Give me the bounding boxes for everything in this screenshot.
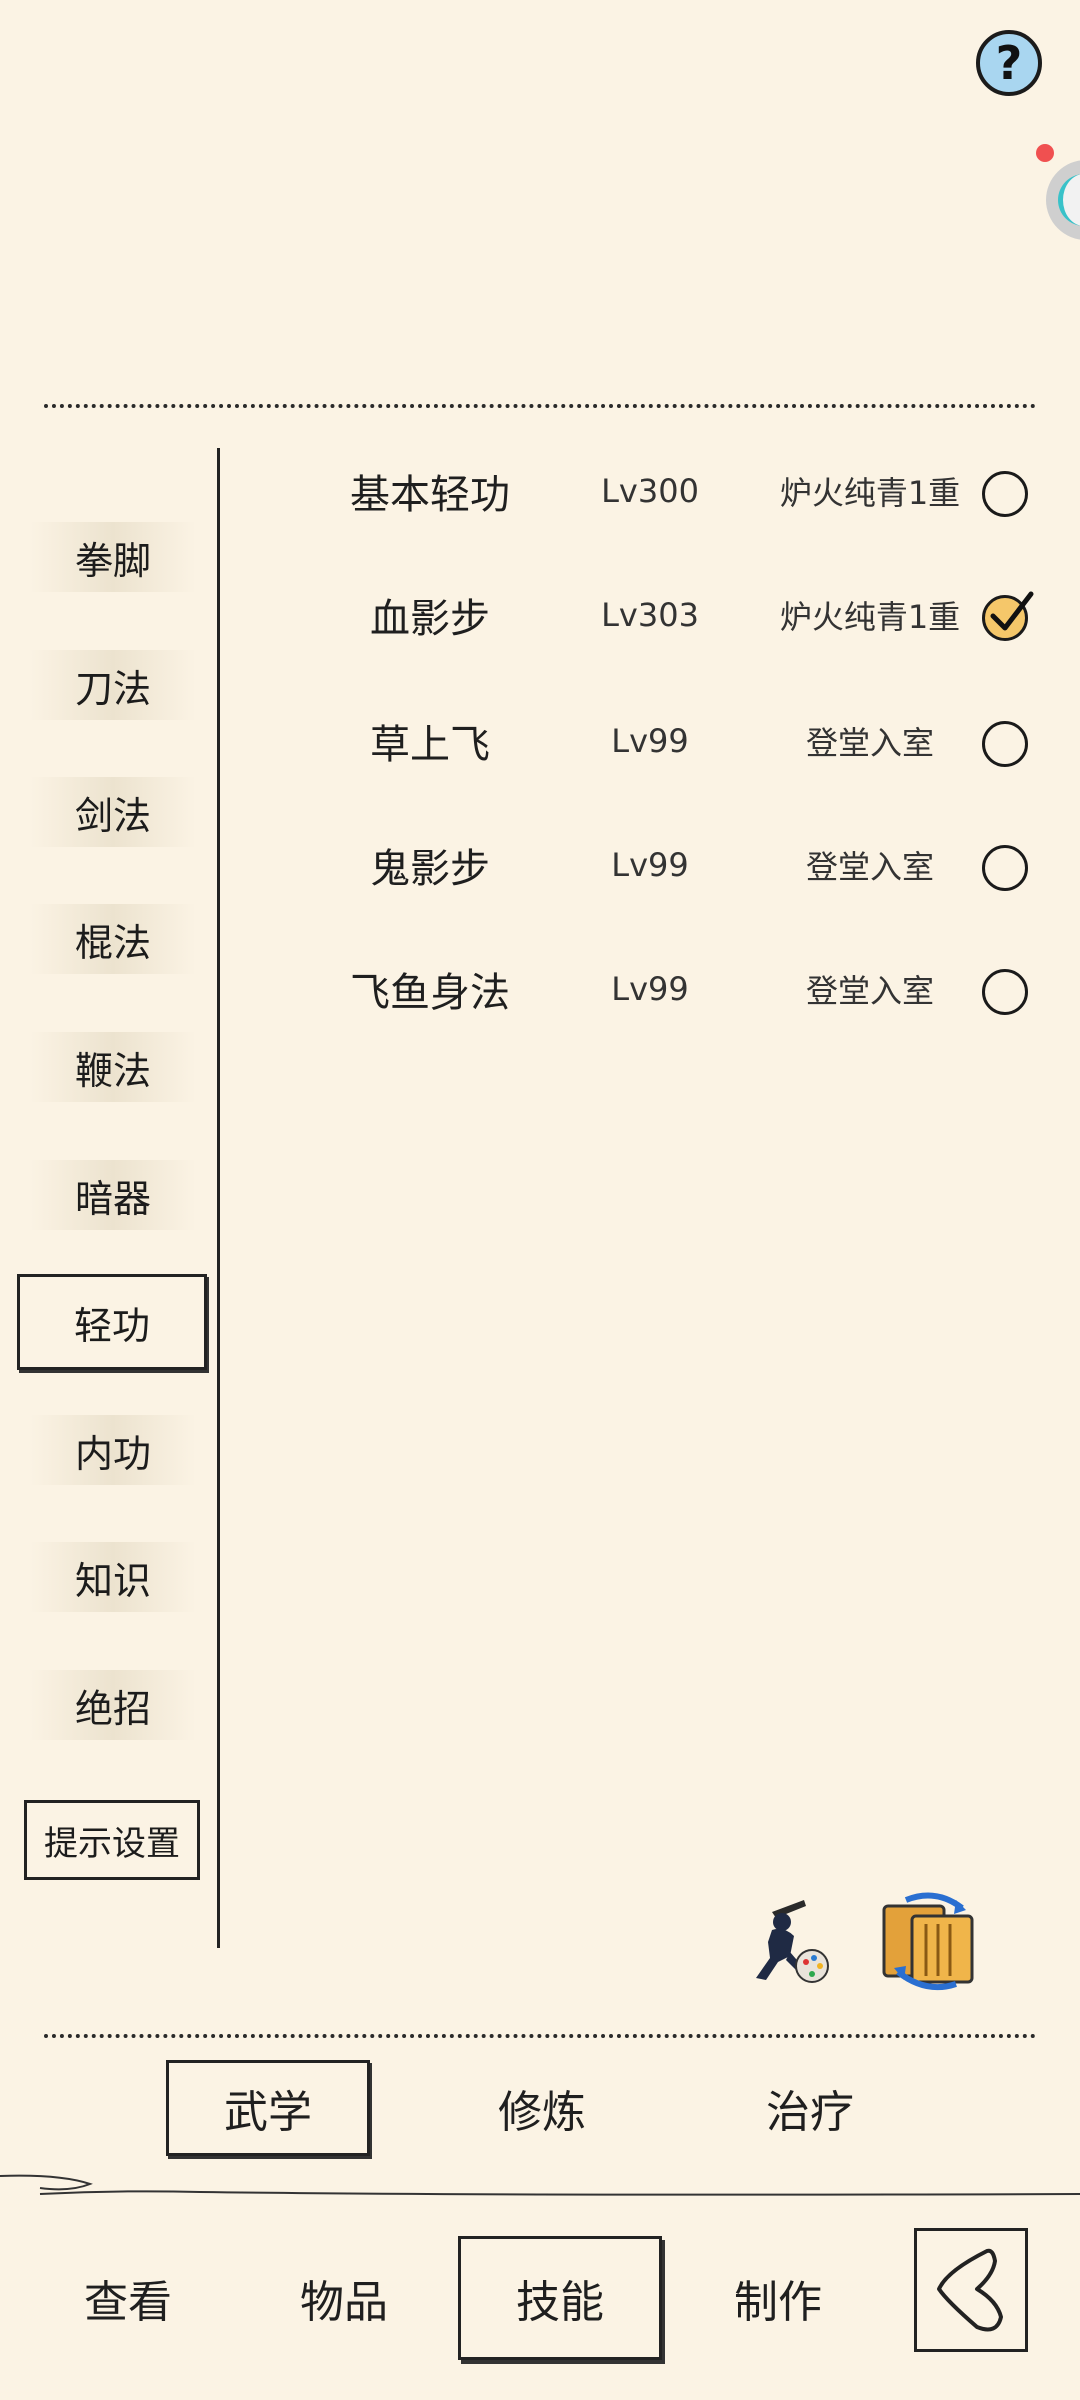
skill-row[interactable]: 鬼影步 Lv99 登堂入室 xyxy=(230,820,1060,910)
tab-wuxue[interactable]: 武学 xyxy=(166,2060,370,2156)
bottom-divider xyxy=(44,2034,1036,2038)
skill-level: Lv303 xyxy=(601,596,699,634)
category-juezhao[interactable]: 绝招 xyxy=(30,1670,196,1740)
menu-divider xyxy=(217,448,220,1948)
notification-dot xyxy=(1036,144,1054,162)
help-icon[interactable]: ? xyxy=(976,30,1042,96)
back-chevron-icon xyxy=(937,2248,1003,2332)
category-daofa[interactable]: 刀法 xyxy=(30,650,196,720)
category-bianfa[interactable]: 鞭法 xyxy=(30,1032,196,1102)
skill-row[interactable]: 草上飞 Lv99 登堂入室 xyxy=(230,696,1060,786)
skill-level: Lv99 xyxy=(611,846,689,884)
tab-xiulian[interactable]: 修炼 xyxy=(440,2060,644,2156)
category-jianfa[interactable]: 剑法 xyxy=(30,777,196,847)
back-button[interactable] xyxy=(914,2228,1028,2352)
tab-zhiliao[interactable]: 治疗 xyxy=(708,2060,912,2156)
skill-select-radio[interactable] xyxy=(982,721,1028,767)
skill-name: 基本轻功 xyxy=(350,472,510,518)
category-anqi[interactable]: 暗器 xyxy=(30,1160,196,1230)
skill-row[interactable]: 血影步 Lv303 炉火纯青1重 xyxy=(230,570,1060,660)
skill-level: Lv300 xyxy=(601,472,699,510)
category-gunfa[interactable]: 棍法 xyxy=(30,904,196,974)
skill-realm: 登堂入室 xyxy=(805,848,934,886)
skill-row[interactable]: 飞鱼身法 Lv99 登堂入室 xyxy=(230,944,1060,1034)
skill-realm: 炉火纯青1重 xyxy=(779,474,961,512)
category-zhishi[interactable]: 知识 xyxy=(30,1542,196,1612)
hint-settings-button[interactable]: 提示设置 xyxy=(24,1800,200,1880)
skill-select-radio[interactable] xyxy=(982,969,1028,1015)
skill-name: 鬼影步 xyxy=(370,846,490,892)
scroll-swap-icon[interactable] xyxy=(876,1888,980,1992)
skill-realm: 登堂入室 xyxy=(805,972,934,1010)
nav-view[interactable]: 查看 xyxy=(26,2236,230,2360)
category-qinggong[interactable]: 轻功 xyxy=(17,1274,207,1370)
skill-level: Lv99 xyxy=(611,722,689,760)
skill-select-radio[interactable] xyxy=(982,591,1034,641)
skill-realm: 登堂入室 xyxy=(805,724,934,762)
checkmark-icon xyxy=(990,591,1034,631)
skill-select-radio[interactable] xyxy=(982,845,1028,891)
skill-name: 飞鱼身法 xyxy=(350,970,510,1016)
ninja-palette-icon[interactable] xyxy=(742,1892,838,1988)
skill-row[interactable]: 基本轻功 Lv300 炉火纯青1重 xyxy=(230,446,1060,536)
decorative-swoosh xyxy=(0,2174,1080,2196)
skill-name: 草上飞 xyxy=(370,722,490,768)
skill-select-radio[interactable] xyxy=(982,471,1028,517)
skill-name: 血影步 xyxy=(370,596,490,642)
skill-level: Lv99 xyxy=(611,970,689,1008)
skill-realm: 炉火纯青1重 xyxy=(779,598,961,636)
nav-skills[interactable]: 技能 xyxy=(458,2236,662,2360)
category-neigong[interactable]: 内功 xyxy=(30,1415,196,1485)
nav-items[interactable]: 物品 xyxy=(242,2236,446,2360)
category-quanjiao[interactable]: 拳脚 xyxy=(30,522,196,592)
nav-craft[interactable]: 制作 xyxy=(676,2236,880,2360)
side-floating-handle[interactable] xyxy=(1046,160,1080,240)
top-divider xyxy=(44,404,1036,408)
